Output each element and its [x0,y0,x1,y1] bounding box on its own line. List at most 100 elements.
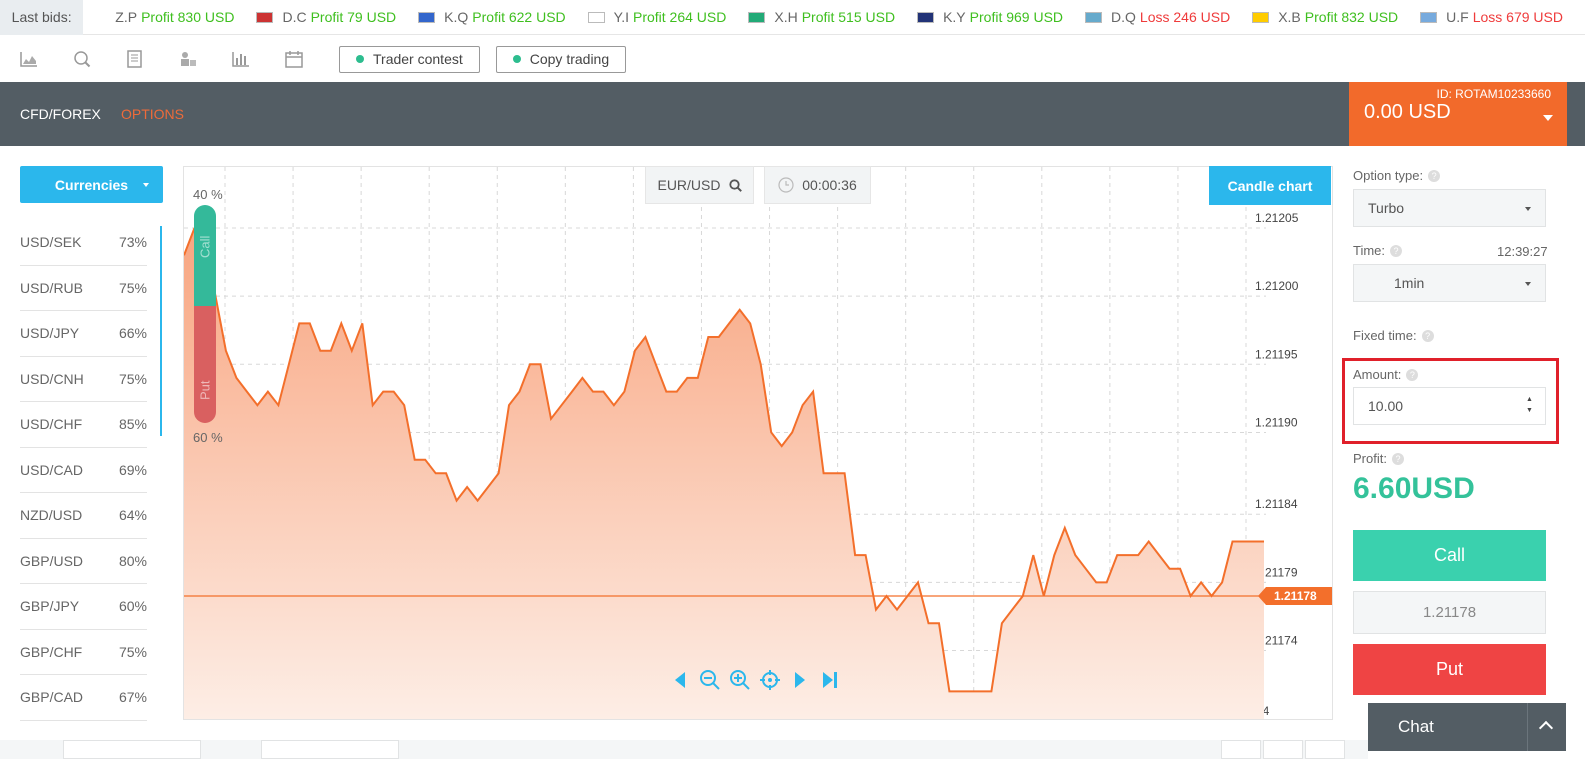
bottom-tab[interactable] [1221,740,1261,759]
increment-icon[interactable]: ▲ [1526,394,1533,405]
call-button[interactable]: Call [1353,530,1546,581]
amount-text: Amount: [1353,367,1402,382]
currency-row[interactable]: USD/CHF 85% [20,402,147,448]
help-icon[interactable]: ? [1391,453,1404,465]
bottom-tab[interactable] [63,740,201,759]
fixed-time-label: Fixed time:? [1353,328,1434,343]
price-chart[interactable]: 1.21205 1.21200 1.21195 1.21190 1.21184 1.211… [183,166,1333,720]
area-chart-icon[interactable] [20,50,38,68]
time-select[interactable]: 1min [1353,264,1546,302]
help-icon[interactable]: ? [1428,170,1441,182]
candle-chart-button[interactable]: Candle chart [1209,166,1331,205]
bottom-tab[interactable] [1305,740,1345,759]
copy-trading-button[interactable]: Copy trading [495,45,627,73]
option-type-select[interactable]: Turbo [1353,189,1546,227]
trader-contest-label: Trader contest [373,51,463,67]
time-clock: 12:39:27 [1497,244,1548,259]
option-type-text: Option type: [1353,168,1424,183]
ticker-item: D.Q Loss 246 USD [1085,9,1230,25]
ticker-result: Profit 79 USD [310,9,397,25]
currency-list-scrollbar[interactable] [160,226,162,436]
copy-trading-label: Copy trading [529,51,610,67]
currency-pair: GBP/JPY [20,598,80,615]
bottom-tab[interactable] [261,740,399,759]
put-percent: 60 % [193,430,223,445]
nav-options[interactable]: OPTIONS [121,106,184,122]
zoom-out-icon[interactable] [698,668,722,692]
chevron-down-icon [143,183,149,187]
chat-widget[interactable]: Chat [1368,703,1566,751]
users-icon[interactable] [179,50,197,68]
profit-text: Profit: [1353,451,1387,466]
currency-row[interactable]: USD/RUB 75% [20,266,147,311]
scroll-right-icon[interactable] [788,668,812,692]
sentiment-meter: Call Put [194,205,216,423]
ticker-trader: U.F [1446,9,1469,25]
currency-pair: USD/CHF [20,416,83,433]
status-dot [356,55,364,63]
currency-row[interactable]: GBP/CAD 67% [20,675,147,721]
search-icon [728,178,742,192]
put-button[interactable]: Put [1353,644,1546,695]
y-tick-label: 1.21195 [1255,347,1298,361]
currency-row[interactable]: GBP/JPY 60% [20,584,147,630]
fixed-time-text: Fixed time: [1353,328,1417,343]
currency-payout: 60% [118,598,147,615]
balance-dropdown[interactable]: ID: ROTAM10233660 0.00 USD [1349,82,1567,146]
bar-chart-icon[interactable] [232,50,250,68]
ticker-item: X.B Profit 832 USD [1252,9,1398,25]
jump-to-end-icon[interactable] [818,668,842,692]
chevron-down-icon [1543,115,1553,121]
time-text: Time: [1353,243,1386,258]
current-price-label: 1.21178 [1274,589,1317,603]
nav-cfd-forex[interactable]: CFD/FOREX [20,106,101,122]
ticker-label: Last bids: [0,0,84,35]
decrement-icon[interactable]: ▼ [1526,405,1533,416]
pair-selector[interactable]: EUR/USD [645,166,754,204]
flag-icon [1252,11,1270,23]
currency-row[interactable]: USD/CNH 75% [20,357,147,402]
amount-input[interactable] [1353,387,1546,425]
flag-icon [587,11,605,23]
help-icon[interactable]: ? [1421,330,1434,342]
ticker-result: Profit 830 USD [141,9,235,25]
clock-icon [778,177,794,193]
flag-icon [917,11,935,23]
amount-stepper[interactable]: ▲ ▼ [1526,394,1533,416]
currency-payout: 66% [118,325,147,342]
chat-divider [1527,703,1528,751]
currency-row[interactable]: GBP/CHF 75% [20,630,147,675]
chart-controls [668,668,842,692]
currency-row[interactable]: GBP/USD 80% [20,539,147,584]
currency-payout: 75% [118,279,147,296]
time-label: Time:? [1353,243,1403,258]
toolbar: Trader contest Copy trading [0,36,1585,82]
ticker-trader: X.B [1278,9,1301,25]
help-icon[interactable]: ? [1406,369,1419,381]
currency-row[interactable]: USD/CAD 69% [20,448,147,493]
help-icon[interactable]: ? [1390,245,1403,257]
zoom-in-icon[interactable] [728,668,752,692]
ticker-item: K.Y Profit 969 USD [917,9,1063,25]
currency-row[interactable]: NZD/USD 64% [20,493,147,539]
flag-icon [1420,11,1438,23]
currency-payout: 85% [118,416,147,433]
ticker-result: Profit 832 USD [1304,9,1399,25]
area-fill [184,228,1264,719]
currencies-dropdown[interactable]: Currencies [20,166,163,203]
scroll-left-icon[interactable] [668,668,692,692]
calendar-icon[interactable] [285,50,303,68]
document-icon[interactable] [126,50,144,68]
currency-row[interactable]: USD/SEK 73% [20,220,147,266]
chevron-up-icon[interactable] [1538,720,1554,736]
bottom-tab[interactable] [1263,740,1303,759]
ticker-trader: Y.I [613,9,629,25]
currency-payout: 73% [118,234,147,251]
crosshair-icon[interactable] [758,668,782,692]
search-chart-icon[interactable] [73,50,91,68]
currency-row[interactable]: USD/JPY 66% [20,311,147,357]
option-type-value: Turbo [1368,200,1405,216]
trader-contest-button[interactable]: Trader contest [339,45,480,73]
option-type-label: Option type:? [1353,168,1441,183]
currency-pair: USD/JPY [20,325,80,342]
